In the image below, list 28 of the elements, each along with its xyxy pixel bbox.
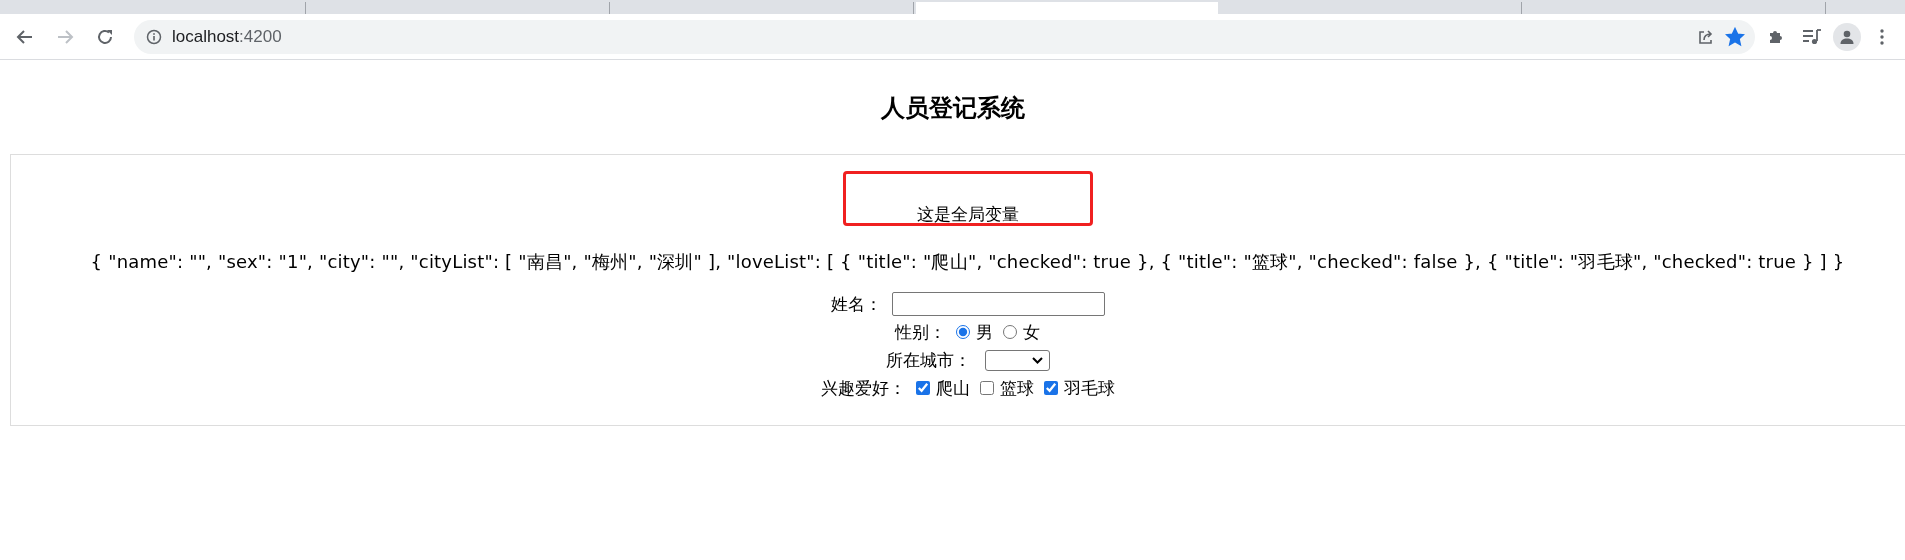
checkbox[interactable] (979, 381, 994, 395)
option-label: 男 (976, 320, 993, 344)
global-variable-text: 这是全局变量 (916, 205, 1019, 223)
page-title: 人员登记系统 (879, 93, 1026, 124)
radio-button[interactable] (1003, 325, 1017, 339)
option-label: 篮球 (999, 376, 1034, 400)
chevron-icon (1031, 356, 1043, 364)
checkbox[interactable] (1043, 381, 1058, 395)
checkbox[interactable] (915, 381, 930, 395)
field-label: 兴趣爱好： (820, 376, 906, 400)
back-icon[interactable] (16, 27, 34, 46)
option-label: 女 (1023, 320, 1040, 344)
profile-avatar[interactable] (1833, 22, 1861, 51)
url-text: localhost:4200 (172, 26, 283, 47)
field-label: 性别： (895, 320, 946, 344)
option-label: 羽毛球 (1063, 376, 1115, 400)
reload-icon[interactable] (96, 27, 114, 46)
info-icon[interactable] (146, 28, 162, 45)
address-bar[interactable]: localhost:4200 (134, 19, 1755, 54)
option-label: 爬山 (935, 376, 970, 400)
radio-button[interactable] (956, 325, 970, 339)
field-label: 所在城市： (885, 348, 971, 372)
share-icon[interactable] (1697, 27, 1715, 46)
city-dropdown[interactable] (984, 349, 1050, 371)
model-json-text: { "name": "", "sex": "1", "city": "", "cityList": [ "南昌", "梅州", "深圳" ], "loveList": [ { "title": "爬山", "checked": true }, { "title": "篮球", "checked": false }, { "title": "羽毛球", "checked": true } ] } (90, 250, 1845, 274)
name-input[interactable] (891, 292, 1105, 316)
star-icon[interactable] (1725, 26, 1745, 47)
field-label: 姓名： (830, 292, 882, 316)
